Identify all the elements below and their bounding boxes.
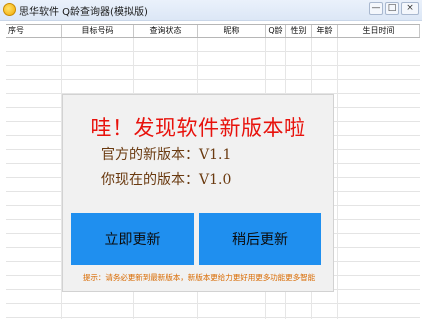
current-version-text: 你现在的版本：V1.0 xyxy=(101,172,232,188)
update-headline: 哇！发现软件新版本啦 xyxy=(90,116,306,140)
update-hint-text: 提示：请务必更新到最新版本，新版本更给力更好用更多功能更多智能 xyxy=(82,273,316,282)
column-header-birthday[interactable]: 生日时间 xyxy=(338,25,420,37)
title-bar[interactable]: 思华软件 Q龄查询器(模拟版) — □ × xyxy=(0,0,422,21)
window-title: 思华软件 Q龄查询器(模拟版) xyxy=(19,7,148,18)
close-button[interactable]: × xyxy=(401,2,419,15)
official-version-text: 官方的新版本：V1.1 xyxy=(101,147,232,163)
update-later-button[interactable]: 稍后更新 xyxy=(199,213,321,265)
column-header-q-age[interactable]: Q龄 xyxy=(266,25,286,37)
column-header-index[interactable]: 序号 xyxy=(6,25,62,37)
table-header: 序号 目标号码 查询状态 昵称 Q龄 性别 年龄 生日时间 xyxy=(6,24,420,38)
app-window: 思华软件 Q龄查询器(模拟版) — □ × 序号 目标号码 查询状态 昵称 Q龄… xyxy=(0,0,422,319)
maximize-button[interactable]: □ xyxy=(385,2,399,15)
column-header-nickname[interactable]: 昵称 xyxy=(198,25,266,37)
update-dialog: 哇！发现软件新版本啦 官方的新版本：V1.1 你现在的版本：V1.0 立即更新 … xyxy=(62,94,334,292)
column-header-query-status[interactable]: 查询状态 xyxy=(134,25,198,37)
column-header-gender[interactable]: 性别 xyxy=(286,25,312,37)
update-now-button[interactable]: 立即更新 xyxy=(71,213,194,265)
app-logo-icon xyxy=(3,3,16,16)
column-header-age[interactable]: 年龄 xyxy=(312,25,338,37)
column-header-target-number[interactable]: 目标号码 xyxy=(62,25,134,37)
minimize-button[interactable]: — xyxy=(369,2,383,15)
grid-divider xyxy=(337,38,338,319)
